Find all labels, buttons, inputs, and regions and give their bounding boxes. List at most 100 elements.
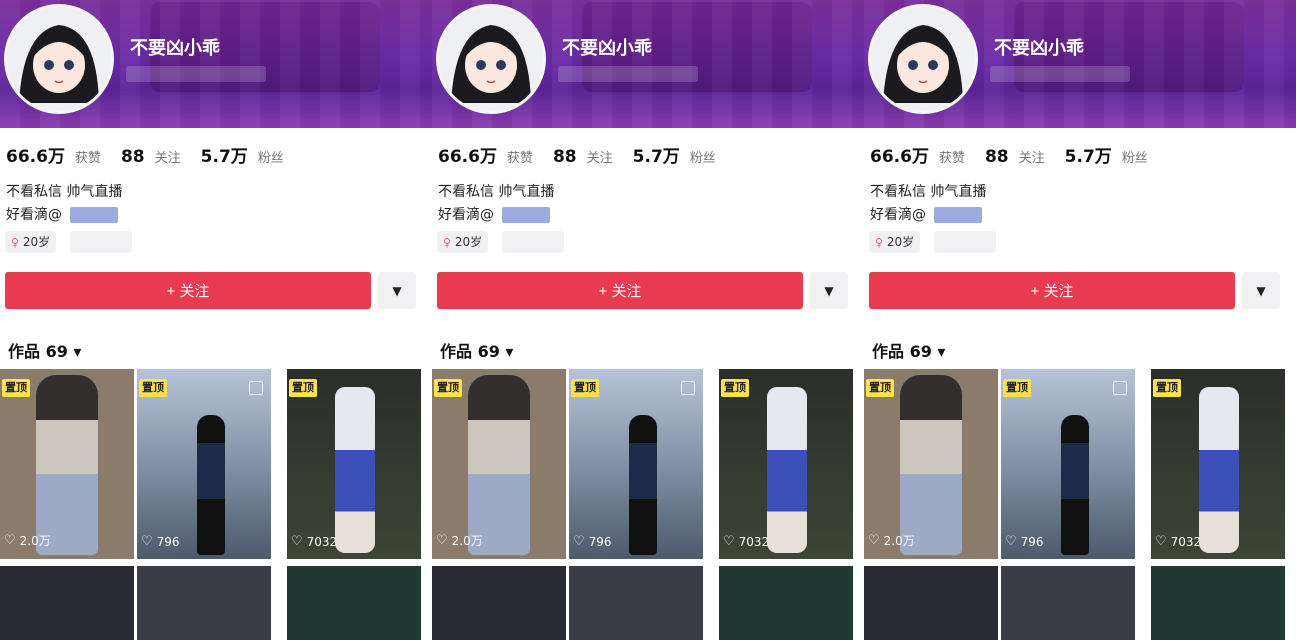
video-tile[interactable] — [1151, 566, 1285, 640]
like-count: ♡ 7032 — [723, 534, 769, 549]
bio-line-2: 好看滴@ — [6, 204, 118, 224]
like-count: ♡ 2.0万 — [4, 532, 51, 549]
avatar[interactable] — [436, 4, 546, 114]
bio-line-2-text: 好看滴@ — [6, 207, 62, 223]
followers-count[interactable]: 5.7万 — [201, 142, 248, 167]
video-tile[interactable]: 置顶 ♡ 2.0万 — [0, 369, 134, 559]
likes-label: 获赞 — [938, 151, 965, 166]
video-tile[interactable] — [287, 566, 421, 640]
bio-blurred-mention — [502, 207, 550, 223]
following-label[interactable]: 关注 — [1019, 147, 1045, 166]
heart-icon: ♡ — [723, 534, 735, 549]
pinned-badge: 置顶 — [2, 379, 30, 397]
like-count: ♡ 7032 — [291, 534, 337, 549]
bio-blurred-mention — [934, 207, 982, 223]
bio-line-2: 好看滴@ — [870, 204, 982, 224]
video-thumbnail — [767, 387, 807, 553]
screenshot: 不要凶小乖 66.6万 获赞 88 关注 5.7万 粉丝 不看私信 帅气直播 好看滴@… — [0, 0, 1296, 640]
heart-icon: ♡ — [4, 533, 16, 548]
caret-down-icon[interactable]: ▼ — [378, 272, 416, 309]
pinned-badge: 置顶 — [866, 379, 894, 397]
following-label[interactable]: 关注 — [155, 147, 181, 166]
video-tile[interactable]: 置顶 ♡ 7032 — [719, 369, 853, 559]
heart-icon: ♡ — [1155, 534, 1167, 549]
video-thumbnail — [1199, 387, 1239, 553]
followers-label[interactable]: 粉丝 — [258, 147, 284, 166]
video-tile[interactable]: 置顶 ♡ 796 — [1001, 369, 1135, 559]
like-count-text: 796 — [156, 534, 180, 549]
like-count-text: 2.0万 — [19, 534, 51, 548]
video-tile[interactable] — [864, 566, 998, 640]
select-checkbox[interactable] — [1113, 381, 1127, 395]
followers-label[interactable]: 粉丝 — [690, 147, 716, 166]
video-tile[interactable]: 置顶 ♡ 796 — [137, 369, 271, 559]
video-tile[interactable] — [137, 566, 271, 640]
following-label[interactable]: 关注 — [587, 147, 613, 166]
age-tag: ♀ 20岁 — [869, 231, 921, 253]
select-checkbox[interactable] — [681, 381, 695, 395]
follow-button[interactable]: + 关注 — [5, 272, 371, 309]
video-tile[interactable]: 置顶 ♡ 2.0万 — [864, 369, 998, 559]
follow-button[interactable]: + 关注 — [869, 272, 1235, 309]
pinned-badge: 置顶 — [1153, 379, 1181, 397]
likes-count: 66.6万 — [438, 147, 497, 167]
video-thumbnail — [335, 387, 375, 553]
age-tag: ♀ 20岁 — [5, 231, 57, 253]
pinned-badge: 置顶 — [289, 379, 317, 397]
location-tag — [502, 231, 564, 253]
video-tile[interactable]: 置顶 ♡ 7032 — [1151, 369, 1285, 559]
likes-label: 获赞 — [506, 151, 533, 166]
video-tile[interactable]: 置顶 ♡ 7032 — [287, 369, 421, 559]
follow-button[interactable]: + 关注 — [437, 272, 803, 309]
following-count[interactable]: 88 — [121, 147, 145, 167]
pinned-badge: 置顶 — [1003, 379, 1031, 397]
following-count[interactable]: 88 — [553, 147, 577, 167]
video-tile[interactable] — [432, 566, 566, 640]
account-id-blurred — [126, 66, 266, 82]
video-thumbnail — [900, 375, 962, 555]
profile-stats: 66.6万 获赞 88 关注 5.7万 粉丝 — [6, 142, 294, 167]
female-icon: ♀ — [875, 236, 884, 249]
bio-line-1: 不看私信 帅气直播 — [870, 184, 987, 200]
avatar[interactable] — [4, 4, 114, 114]
likes-count: 66.6万 — [6, 147, 65, 167]
like-count-text: 7032 — [738, 534, 770, 549]
bio-line-2-text: 好看滴@ — [870, 207, 926, 223]
like-count: ♡ 7032 — [1155, 534, 1201, 549]
heart-icon: ♡ — [1005, 534, 1017, 549]
caret-down-icon[interactable]: ▼ — [810, 272, 848, 309]
like-count-text: 2.0万 — [883, 534, 915, 548]
profile-panel-2: 不要凶小乖 66.6万 获赞 88 关注 5.7万 粉丝 不看私信 帅气直播 好看滴@… — [432, 0, 864, 640]
video-tile[interactable]: 置顶 ♡ 2.0万 — [432, 369, 566, 559]
works-tab[interactable]: 作品 69 ▾ — [440, 338, 513, 362]
video-tile[interactable] — [0, 566, 134, 640]
video-tile[interactable]: 置顶 ♡ 796 — [569, 369, 703, 559]
likes-count: 66.6万 — [870, 147, 929, 167]
works-tab[interactable]: 作品 69 ▾ — [8, 338, 81, 362]
works-tab[interactable]: 作品 69 ▾ — [872, 338, 945, 362]
followers-label[interactable]: 粉丝 — [1122, 147, 1148, 166]
followers-count[interactable]: 5.7万 — [1065, 142, 1112, 167]
age-text: 20岁 — [22, 235, 51, 249]
video-tile[interactable] — [569, 566, 703, 640]
following-count[interactable]: 88 — [985, 147, 1009, 167]
like-count: ♡ 796 — [573, 534, 612, 549]
profile-name: 不要凶小乖 — [994, 38, 1084, 59]
like-count: ♡ 2.0万 — [436, 532, 483, 549]
video-thumbnail — [629, 415, 657, 555]
like-count-text: 2.0万 — [451, 534, 483, 548]
profile-name: 不要凶小乖 — [130, 38, 220, 59]
like-count-text: 7032 — [1170, 534, 1202, 549]
avatar[interactable] — [868, 4, 978, 114]
video-tile[interactable] — [1001, 566, 1135, 640]
followers-count[interactable]: 5.7万 — [633, 142, 680, 167]
pinned-badge: 置顶 — [721, 379, 749, 397]
caret-down-icon[interactable]: ▼ — [1242, 272, 1280, 309]
video-tile[interactable] — [719, 566, 853, 640]
video-thumbnail — [197, 415, 225, 555]
age-tag: ♀ 20岁 — [437, 231, 489, 253]
female-icon: ♀ — [11, 236, 20, 249]
account-id-blurred — [990, 66, 1130, 82]
age-text: 20岁 — [886, 235, 915, 249]
select-checkbox[interactable] — [249, 381, 263, 395]
